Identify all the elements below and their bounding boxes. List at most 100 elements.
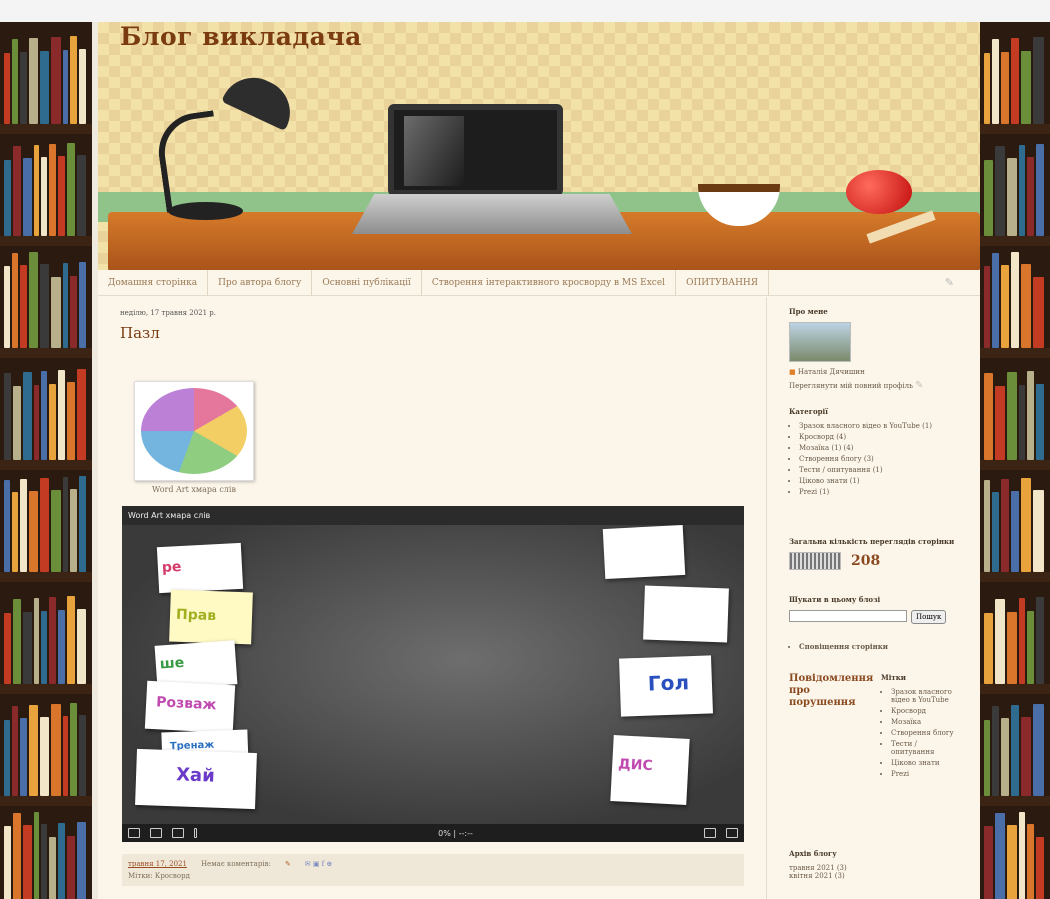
edit-pencil-icon[interactable]: ✎: [285, 860, 291, 868]
label-item[interactable]: Мозаїка: [891, 718, 959, 726]
book: [1036, 383, 1044, 460]
shelf-row: [0, 134, 92, 246]
book: [29, 252, 38, 348]
post-permalink[interactable]: травня 17, 2021: [128, 860, 187, 868]
book: [41, 824, 48, 899]
book: [1019, 145, 1026, 236]
puzzle-player[interactable]: Word Art хмара слів ре Прав ше Розваж Тр…: [122, 506, 744, 842]
pageviews-title: Загальна кількість переглядів сторінки: [789, 537, 955, 546]
book: [991, 492, 999, 572]
puzzle-piece[interactable]: [602, 524, 686, 580]
nav-home[interactable]: Домашня сторінка: [98, 269, 209, 296]
book: [77, 155, 86, 236]
book: [1021, 478, 1032, 572]
book: [4, 826, 12, 899]
book: [991, 706, 999, 796]
category-item[interactable]: Мозаїка (1) (4): [799, 444, 959, 452]
search-input[interactable]: [789, 610, 907, 622]
book: [23, 372, 33, 460]
category-item[interactable]: Prezi (1): [799, 488, 959, 496]
more-icon[interactable]: [194, 828, 197, 838]
labels-title: Мітки: [881, 673, 906, 682]
book: [1010, 491, 1020, 572]
post-footer: травня 17, 2021 Немає коментарів: ✎ ✉ ▣ …: [122, 854, 744, 886]
book: [4, 52, 10, 124]
shelf-row: [0, 582, 92, 694]
book: [1006, 158, 1018, 236]
book: [66, 143, 76, 236]
post-labels[interactable]: Мітки: Кросворд: [128, 872, 190, 880]
search-title: Шукати в цьому блозі: [789, 595, 881, 604]
book: [62, 477, 69, 572]
book: [984, 159, 993, 236]
avatar[interactable]: [789, 322, 851, 362]
category-item[interactable]: Кросворд (4): [799, 433, 959, 441]
shuffle-icon[interactable]: [703, 828, 716, 838]
search-button[interactable]: Пошук: [911, 610, 947, 624]
puzzle-piece[interactable]: Гол: [619, 655, 713, 717]
grid-icon[interactable]: [172, 828, 184, 838]
book: [11, 706, 18, 796]
eye-icon[interactable]: [150, 828, 162, 838]
book: [50, 490, 61, 572]
fullscreen-icon[interactable]: [725, 828, 738, 838]
archive-item[interactable]: квітня 2021 (3): [789, 872, 959, 880]
puzzle-piece[interactable]: ДИС: [610, 735, 690, 805]
label-item[interactable]: Кросворд: [891, 707, 959, 715]
report-abuse-link[interactable]: Повідомлення про порушення: [789, 673, 873, 781]
label-item[interactable]: Prezi: [891, 770, 959, 778]
book: [1010, 38, 1020, 124]
book: [994, 385, 1005, 460]
pages-item[interactable]: Сповіщення сторінки: [799, 642, 959, 651]
book: [994, 599, 1005, 684]
book: [70, 275, 77, 348]
book: [57, 156, 65, 236]
nav-about-author[interactable]: Про автора блогу: [208, 269, 313, 296]
book: [49, 597, 56, 684]
categories-list: Зразок власного відео в YouTube (1) Крос…: [789, 422, 959, 496]
book: [19, 51, 28, 124]
category-item[interactable]: Тести / опитування (1): [799, 466, 959, 474]
puzzle-piece[interactable]: Розваж: [144, 680, 236, 734]
puzzle-piece[interactable]: Прав: [169, 589, 253, 645]
book: [39, 264, 49, 348]
blog-title[interactable]: Блог викладача: [120, 22, 362, 51]
wordart-thumbnail[interactable]: [134, 381, 254, 481]
category-item[interactable]: Зразок власного відео в YouTube (1): [799, 422, 959, 430]
label-item[interactable]: Зразок власного відео в YouTube: [891, 688, 959, 704]
label-item[interactable]: Створення блогу: [891, 729, 959, 737]
share-icons[interactable]: ✉ ▣ f ⊕: [305, 860, 333, 868]
edit-wrench-icon[interactable]: ✎: [915, 380, 923, 391]
player-controls: 0% | --:--: [122, 824, 744, 842]
puzzle-piece[interactable]: ре: [156, 542, 244, 594]
image-icon[interactable]: [128, 828, 140, 838]
book: [66, 835, 76, 899]
puzzle-board[interactable]: ре Прав ше Розваж Тренаж Хай Гол ДИС: [122, 524, 744, 824]
puzzle-piece[interactable]: Хай: [135, 748, 257, 810]
post-title[interactable]: Пазл: [120, 324, 160, 342]
archive-widget: Архів блогу травня 2021 (3) квітня 2021 …: [789, 849, 959, 880]
nav-survey[interactable]: ОПИТУВАННЯ: [676, 269, 770, 296]
thumbnail-caption[interactable]: Word Art хмара слів: [134, 485, 254, 494]
nav-main-publications[interactable]: Основні публікації: [312, 269, 422, 296]
nav-crossword-excel[interactable]: Створення інтерактивного кросворду в MS …: [422, 269, 677, 296]
book: [984, 826, 993, 899]
category-item[interactable]: Ціково знати (1): [799, 477, 959, 485]
book: [1019, 598, 1026, 684]
book: [984, 612, 993, 684]
book: [23, 825, 33, 899]
comments-link[interactable]: Немає коментарів:: [201, 860, 271, 868]
author-name-link[interactable]: Наталія Дячишин: [798, 368, 865, 376]
edit-wrench-icon[interactable]: ✎: [945, 276, 954, 289]
label-item[interactable]: Ціково знати: [891, 759, 959, 767]
blog-header: Блог викладача: [98, 22, 980, 270]
puzzle-piece[interactable]: [643, 585, 729, 643]
shelf-row: [980, 358, 1050, 470]
label-item[interactable]: Тести / опитування: [891, 740, 959, 756]
book: [984, 480, 990, 572]
profile-link[interactable]: Переглянути мій повний профіль: [789, 382, 913, 390]
archive-item[interactable]: травня 2021 (3): [789, 864, 959, 872]
book: [1036, 836, 1044, 899]
book: [1019, 384, 1026, 460]
category-item[interactable]: Створення блогу (3): [799, 455, 959, 463]
